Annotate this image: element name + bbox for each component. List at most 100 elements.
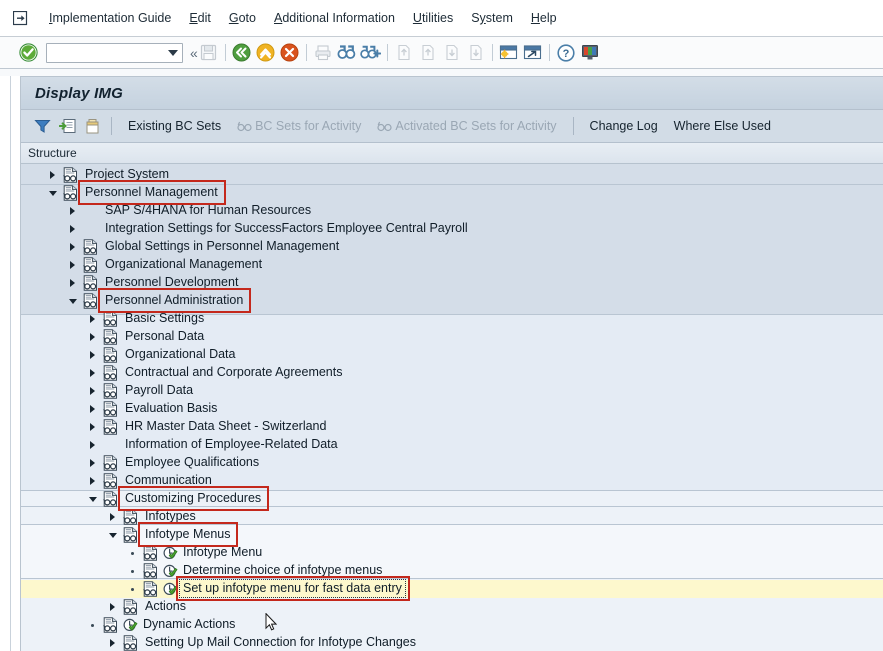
expand-node-triangle-icon[interactable] xyxy=(47,166,58,184)
img-structure-icon xyxy=(103,365,118,381)
expand-node-triangle-icon[interactable] xyxy=(87,382,98,400)
command-dropdown-icon[interactable] xyxy=(168,49,178,56)
expand-node-triangle-icon[interactable] xyxy=(67,256,78,274)
expand-node-triangle-icon[interactable] xyxy=(67,238,78,256)
tree-row[interactable]: Organizational Management xyxy=(21,256,883,274)
tree-row[interactable]: SAP S/4HANA for Human Resources xyxy=(21,202,883,220)
customize-local-layout-icon[interactable] xyxy=(579,42,601,64)
tree-row[interactable]: Personnel Management xyxy=(21,184,883,202)
expand-node-triangle-icon[interactable] xyxy=(87,310,98,328)
tree-row[interactable]: Integration Settings for SuccessFactors … xyxy=(21,220,883,238)
tree-row[interactable]: Evaluation Basis xyxy=(21,400,883,418)
cancel-icon[interactable] xyxy=(279,42,301,64)
collapse-node-triangle-icon[interactable] xyxy=(87,490,98,508)
menu-item-utilities[interactable]: Utilities xyxy=(404,8,462,28)
collapse-node-triangle-icon[interactable] xyxy=(67,292,78,310)
create-shortcut-icon[interactable] xyxy=(522,42,544,64)
command-history-icon[interactable]: « xyxy=(190,45,198,61)
executed-activity-icon[interactable] xyxy=(123,618,138,633)
find-next-icon[interactable] xyxy=(360,42,382,64)
enter-button[interactable] xyxy=(19,43,38,62)
change-log-label: Change Log xyxy=(589,119,658,133)
tree-row[interactable]: Customizing Procedures xyxy=(21,490,883,508)
expand-node-triangle-icon[interactable] xyxy=(87,364,98,382)
tree-row[interactable]: Set up infotype menu for fast data entry xyxy=(21,580,883,598)
expand-node-triangle-icon[interactable] xyxy=(67,220,78,238)
expand-node-triangle-icon[interactable] xyxy=(87,418,98,436)
tree-row[interactable]: Setting Up Mail Connection for Infotype … xyxy=(21,634,883,651)
img-structure-icon xyxy=(103,383,118,399)
tree-row[interactable]: Personnel Development xyxy=(21,274,883,292)
existing-bc-sets-button[interactable]: Existing BC Sets xyxy=(120,116,229,136)
tree-row[interactable]: Personal Data xyxy=(21,328,883,346)
tree-row[interactable]: Determine choice of infotype menus xyxy=(21,562,883,580)
menu-item-help[interactable]: Help xyxy=(522,8,566,28)
img-structure-tree[interactable]: Project System Personnel Management SAP S/… xyxy=(21,164,883,651)
img-structure-icon xyxy=(143,563,158,579)
collapse-node-triangle-icon[interactable] xyxy=(47,184,58,202)
expand-node-triangle-icon[interactable] xyxy=(87,454,98,472)
command-input[interactable] xyxy=(50,43,169,62)
expand-node-triangle-icon[interactable] xyxy=(87,472,98,490)
expand-node-triangle-icon[interactable] xyxy=(87,436,98,454)
expand-node-triangle-icon[interactable] xyxy=(67,274,78,292)
expand-node-triangle-icon[interactable] xyxy=(107,508,118,526)
tree-row[interactable]: Communication xyxy=(21,472,883,490)
find-icon[interactable] xyxy=(336,42,358,64)
leaf-node-dot-icon xyxy=(127,580,138,598)
executed-activity-icon[interactable] xyxy=(163,582,178,597)
menu-item-goto[interactable]: Goto xyxy=(220,8,265,28)
executed-activity-icon[interactable] xyxy=(163,546,178,561)
executed-activity-icon[interactable] xyxy=(163,564,178,579)
img-structure-icon xyxy=(143,581,158,597)
glasses-icon xyxy=(377,120,392,132)
command-field[interactable] xyxy=(46,42,183,63)
tree-row[interactable]: Dynamic Actions xyxy=(21,616,883,634)
expand-node-triangle-icon[interactable] xyxy=(87,346,98,364)
expand-node-triangle-icon[interactable] xyxy=(107,634,118,651)
tree-row[interactable]: Basic Settings xyxy=(21,310,883,328)
menu-item-system[interactable]: System xyxy=(462,8,522,28)
window-left-edge xyxy=(10,76,11,651)
tree-row[interactable]: Infotype Menus xyxy=(21,526,883,544)
note-icon[interactable] xyxy=(82,116,103,137)
tree-row[interactable]: Contractual and Corporate Agreements xyxy=(21,364,883,382)
tree-row[interactable]: Organizational Data xyxy=(21,346,883,364)
tree-row[interactable]: Global Settings in Personnel Management xyxy=(21,238,883,256)
img-structure-icon xyxy=(63,185,78,201)
img-structure-icon xyxy=(103,329,118,345)
tree-row[interactable]: Information of Employee-Related Data xyxy=(21,436,883,454)
collapse-node-triangle-icon[interactable] xyxy=(107,526,118,544)
sap-window-menu-icon[interactable] xyxy=(8,7,34,29)
exit-icon[interactable] xyxy=(255,42,277,64)
where-else-used-button[interactable]: Where Else Used xyxy=(666,116,779,136)
back-icon[interactable] xyxy=(231,42,253,64)
menu-bar: Implementation Guide Edit Goto Additional I… xyxy=(0,0,883,37)
tree-row[interactable]: Personnel Administration xyxy=(21,292,883,310)
tree-row[interactable]: HR Master Data Sheet - Switzerland xyxy=(21,418,883,436)
expand-node-icon[interactable] xyxy=(57,116,78,137)
expand-node-triangle-icon[interactable] xyxy=(87,328,98,346)
print-icon xyxy=(312,42,334,64)
tree-row[interactable]: Project System xyxy=(21,166,883,184)
structure-column-header[interactable]: Structure xyxy=(21,143,883,164)
help-icon[interactable]: ? xyxy=(555,42,577,64)
img-structure-icon xyxy=(103,617,118,633)
img-structure-icon xyxy=(123,635,138,651)
tree-row[interactable]: Payroll Data xyxy=(21,382,883,400)
expand-node-triangle-icon[interactable] xyxy=(107,598,118,616)
create-session-icon[interactable] xyxy=(498,42,520,64)
menu-item-edit[interactable]: Edit xyxy=(180,8,220,28)
change-log-button[interactable]: Change Log xyxy=(582,116,666,136)
tree-row-label: Personnel Development xyxy=(105,275,239,289)
expand-node-triangle-icon[interactable] xyxy=(87,400,98,418)
filter-icon[interactable] xyxy=(32,116,53,137)
tree-row[interactable]: Actions xyxy=(21,598,883,616)
expand-node-triangle-icon[interactable] xyxy=(67,202,78,220)
tree-row[interactable]: Infotype Menu xyxy=(21,544,883,562)
tree-row[interactable]: Infotypes xyxy=(21,508,883,526)
last-page-icon xyxy=(465,42,487,64)
menu-item-implementation-guide[interactable]: Implementation Guide xyxy=(40,8,180,28)
tree-row[interactable]: Employee Qualifications xyxy=(21,454,883,472)
menu-item-additional-information[interactable]: Additional Information xyxy=(265,8,404,28)
